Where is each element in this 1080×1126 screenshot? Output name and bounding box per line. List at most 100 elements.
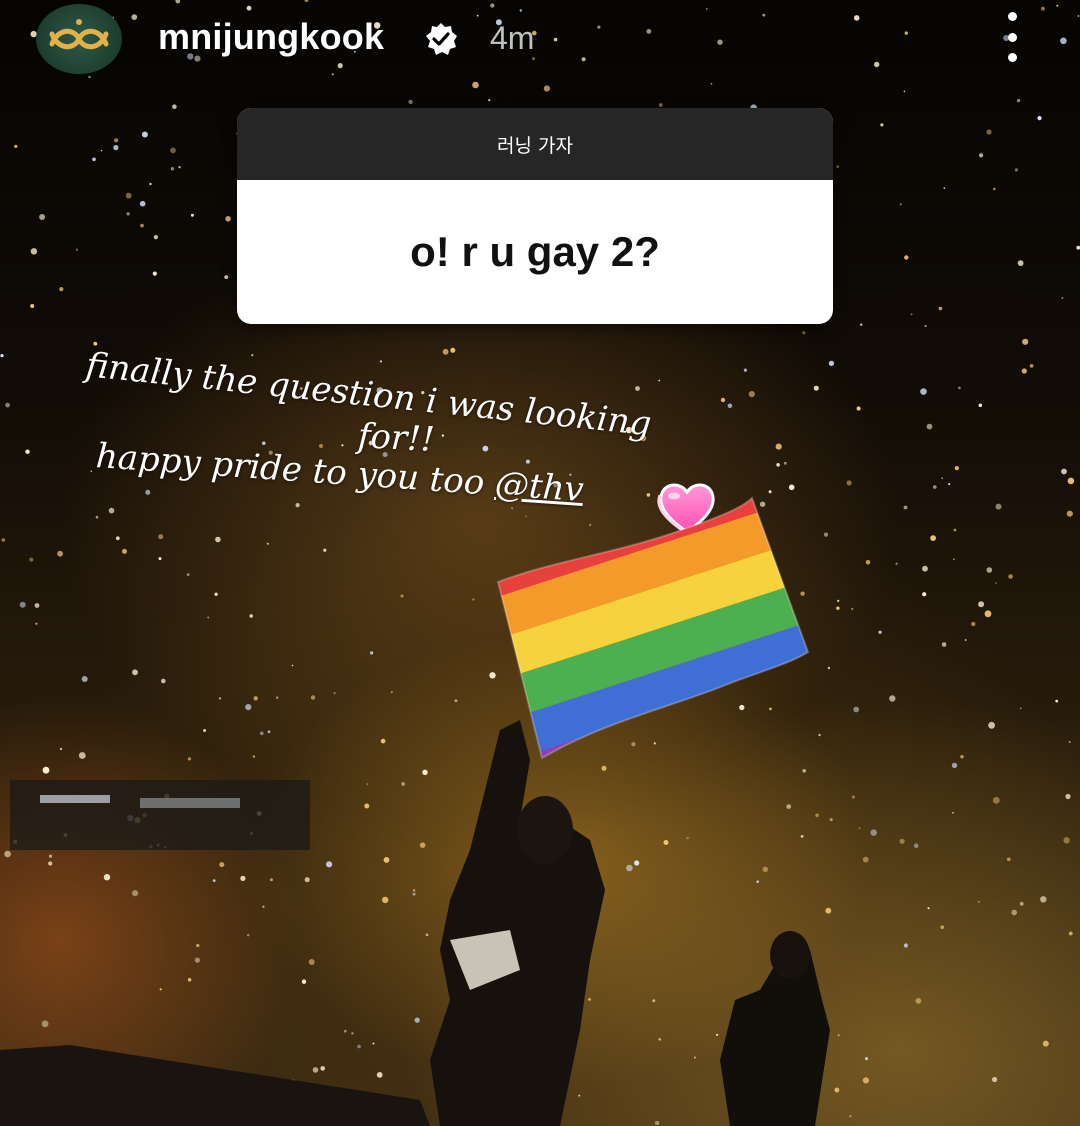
background-star	[186, 573, 190, 576]
background-star	[920, 388, 927, 395]
background-star	[720, 397, 726, 403]
background-star	[152, 271, 157, 276]
background-star	[450, 347, 456, 353]
background-star	[369, 651, 374, 655]
background-star	[295, 503, 300, 508]
background-star	[943, 187, 946, 189]
background-star	[408, 99, 413, 105]
background-star	[178, 166, 181, 169]
background-star	[635, 386, 640, 391]
background-star	[125, 192, 132, 199]
background-star	[856, 406, 861, 411]
background-star	[899, 203, 902, 206]
background-star	[92, 157, 96, 162]
background-star	[1021, 368, 1027, 374]
background-star	[978, 601, 985, 608]
background-star	[903, 505, 908, 510]
background-star	[865, 560, 871, 565]
background-star	[836, 165, 839, 168]
background-star	[249, 614, 253, 618]
background-star	[140, 223, 144, 228]
username[interactable]: mnijungkook	[158, 16, 384, 58]
background-star	[941, 642, 947, 647]
background-star	[1029, 364, 1034, 368]
background-star	[986, 129, 992, 135]
background-star	[390, 691, 393, 694]
background-star	[986, 567, 993, 573]
background-star	[139, 200, 146, 207]
background-star	[827, 666, 831, 670]
background-star	[941, 477, 944, 480]
background-star	[1061, 468, 1067, 475]
background-star	[823, 532, 829, 537]
background-star	[910, 313, 913, 316]
more-options-icon[interactable]	[1000, 12, 1024, 62]
background-star	[145, 489, 151, 495]
background-star	[788, 484, 795, 491]
background-star	[482, 445, 489, 452]
background-star	[379, 360, 383, 363]
background-star	[122, 548, 127, 554]
background-star	[224, 275, 229, 279]
background-star	[658, 379, 661, 382]
background-star	[1066, 510, 1073, 517]
background-star	[323, 548, 327, 552]
background-star	[904, 255, 909, 260]
background-star	[291, 664, 294, 667]
background-star	[658, 103, 663, 107]
background-star	[1022, 338, 1029, 345]
background-star	[958, 386, 961, 390]
background-star	[783, 461, 787, 465]
background-star	[115, 536, 120, 541]
story-viewer[interactable]: mnijungkook 4m 러닝 가자 o! r u gay 2? final…	[0, 0, 1080, 1126]
background-star	[215, 536, 221, 543]
background-star	[207, 616, 210, 619]
background-star	[836, 606, 840, 610]
question-prompt: 러닝 가자	[497, 134, 573, 157]
background-star	[57, 550, 63, 557]
caption-line-2: for!!	[356, 416, 436, 460]
background-star	[488, 99, 491, 102]
background-star	[75, 248, 79, 251]
background-star	[442, 348, 449, 355]
background-star	[710, 83, 713, 85]
background-star	[108, 507, 115, 514]
avatar[interactable]	[36, 4, 122, 74]
background-star	[860, 323, 863, 326]
background-star	[775, 443, 782, 450]
background-star	[113, 145, 119, 151]
background-star	[149, 182, 152, 186]
background-star	[743, 368, 748, 372]
background-star	[813, 385, 819, 391]
background-star	[95, 515, 99, 519]
background-star	[543, 85, 551, 92]
background-star	[926, 423, 933, 430]
question-answer: o! r u gay 2?	[410, 228, 660, 275]
background-star	[984, 610, 992, 618]
background-star	[19, 601, 26, 608]
background-star	[776, 463, 780, 467]
background-star	[978, 403, 983, 408]
background-star	[30, 248, 38, 255]
background-star	[948, 483, 951, 486]
background-star	[170, 147, 176, 154]
background-star	[153, 235, 158, 240]
background-star	[748, 391, 755, 398]
background-star	[172, 104, 177, 109]
question-sticker[interactable]: 러닝 가자 o! r u gay 2?	[237, 108, 833, 324]
background-star	[400, 594, 404, 598]
background-star	[126, 212, 130, 216]
background-star	[34, 603, 40, 608]
background-star	[930, 535, 936, 541]
background-star	[878, 630, 882, 634]
verified-badge-icon	[426, 23, 457, 55]
background-star	[880, 123, 884, 127]
background-star	[525, 459, 530, 464]
background-star	[251, 354, 254, 357]
background-star	[190, 213, 194, 217]
question-sticker-header: 러닝 가자	[237, 108, 833, 180]
background-star	[895, 562, 898, 565]
background-star	[30, 304, 35, 308]
background-star	[1014, 168, 1019, 172]
background-star	[158, 557, 162, 561]
